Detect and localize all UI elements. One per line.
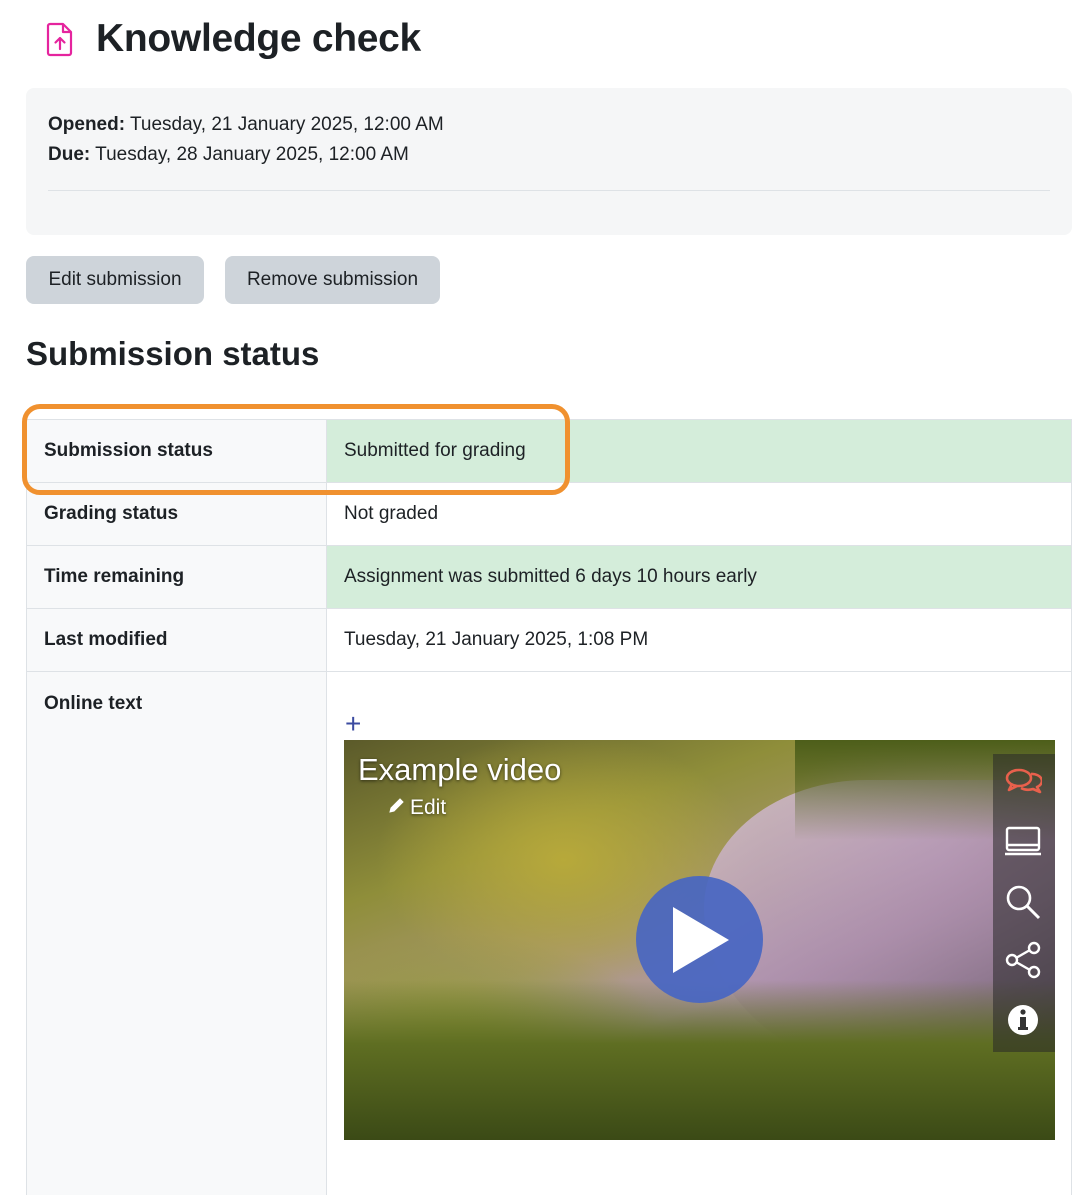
opened-value: Tuesday, 21 January 2025, 12:00 AM <box>130 114 444 135</box>
play-icon[interactable] <box>636 876 763 1003</box>
search-icon[interactable] <box>1003 882 1043 922</box>
row-label: Submission status <box>26 420 327 482</box>
assignment-upload-icon <box>44 19 76 59</box>
video-title: Example video <box>358 752 562 787</box>
video-side-toolbar <box>993 754 1055 1052</box>
submission-status-table: Submission status Submitted for grading … <box>26 419 1072 1195</box>
row-value: Assignment was submitted 6 days 10 hours… <box>327 546 1072 608</box>
row-label: Online text <box>26 672 327 1195</box>
section-title: Submission status <box>26 335 320 372</box>
row-value: Submitted for grading <box>327 420 1072 482</box>
row-value: Not graded <box>327 483 1072 545</box>
table-row: Submission status Submitted for grading <box>26 420 1072 483</box>
chat-icon[interactable] <box>1003 762 1043 802</box>
due-label: Due: <box>48 144 91 165</box>
online-text-content: + Example video Edit <box>327 672 1072 1195</box>
divider <box>48 190 1050 191</box>
row-label: Grading status <box>26 483 327 545</box>
video-edit-link[interactable]: Edit <box>388 796 446 820</box>
edit-submission-button[interactable]: Edit submission <box>26 256 204 304</box>
table-row: Online text + Example video Edit <box>26 672 1072 1195</box>
info-icon[interactable] <box>1003 1000 1043 1040</box>
table-row: Grading status Not graded <box>26 483 1072 546</box>
remove-submission-button[interactable]: Remove submission <box>225 256 440 304</box>
table-row: Last modified Tuesday, 21 January 2025, … <box>26 609 1072 672</box>
row-label: Time remaining <box>26 546 327 608</box>
page-title: Knowledge check <box>96 17 421 60</box>
video-scene-grass <box>344 980 1055 1140</box>
row-label: Last modified <box>26 609 327 671</box>
due-date: Due: Tuesday, 28 January 2025, 12:00 AM <box>48 144 409 166</box>
pencil-icon <box>388 796 406 820</box>
activity-dates: Opened: Tuesday, 21 January 2025, 12:00 … <box>26 88 1072 235</box>
page-header: Knowledge check <box>44 14 421 64</box>
due-value: Tuesday, 28 January 2025, 12:00 AM <box>95 144 409 165</box>
opened-label: Opened: <box>48 114 126 135</box>
video-player[interactable]: Example video Edit <box>344 740 1055 1140</box>
table-row: Time remaining Assignment was submitted … <box>26 546 1072 609</box>
share-icon[interactable] <box>1003 940 1043 980</box>
opened-date: Opened: Tuesday, 21 January 2025, 12:00 … <box>48 114 444 136</box>
plus-icon[interactable]: + <box>345 710 361 738</box>
monitor-icon[interactable] <box>1003 822 1043 862</box>
video-edit-label: Edit <box>410 796 447 819</box>
row-value: Tuesday, 21 January 2025, 1:08 PM <box>327 609 1072 671</box>
